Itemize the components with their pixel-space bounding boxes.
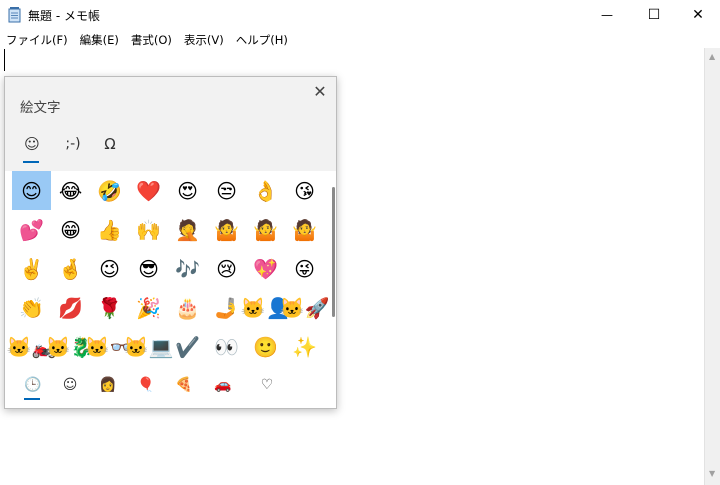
menu-bar: ファイル(F) 編集(E) 書式(O) 表示(V) ヘルプ(H) (0, 30, 720, 48)
emoji-panel-header: 絵文字 ✕ ☺ ;-) Ω (5, 77, 336, 171)
menu-edit[interactable]: 編集(E) (74, 30, 125, 48)
vertical-scrollbar[interactable]: ▲ ▼ (704, 48, 720, 485)
emoji-cell[interactable]: 🤷 (207, 210, 246, 249)
emoji-cell[interactable]: 👀 (207, 327, 246, 366)
maximize-button[interactable]: ☐ (631, 0, 677, 30)
heart-symbols-icon[interactable]: ♡ (255, 373, 279, 397)
window-title: 無題 - メモ帳 (28, 9, 100, 23)
emoji-cell[interactable]: 🐱‍💻 (124, 327, 174, 366)
recent-clock-icon[interactable]: 🕒 (21, 373, 45, 397)
emoji-cell[interactable]: 👌 (246, 171, 285, 210)
emoji-cell[interactable]: 🤷 (246, 210, 285, 249)
emoji-cell[interactable]: 😁 (51, 210, 90, 249)
emoji-grid: 😊 😂 🤣 ❤️ 😍 😒 👌 😘 💕 😁 👍 🙌 🤦 🤷 🤷 🤷 ✌️ 🤞 😉 😎 🎶 😢 💖 😜 👏 💋 🌹 🎉 🎂 🤳 🐱‍👤 🐱‍🚀 🐱‍… (7, 171, 332, 366)
menu-help[interactable]: ヘルプ(H) (230, 30, 294, 48)
emoji-cell[interactable]: ❤️ (129, 171, 168, 210)
minimize-icon: — (601, 8, 613, 22)
emoji-cell[interactable]: 🤦 (168, 210, 207, 249)
person-icon[interactable]: 👩 (96, 373, 120, 397)
emoji-cell[interactable]: 😍 (168, 171, 207, 210)
title-bar: 無題 - メモ帳 — ☐ ✕ (0, 0, 720, 30)
emoji-cell[interactable]: ✔️ (168, 327, 207, 366)
emoji-cell[interactable]: ✌️ (12, 249, 51, 288)
emoji-cell[interactable]: 🤞 (51, 249, 90, 288)
menu-format[interactable]: 書式(O) (125, 30, 178, 48)
emoji-cell[interactable]: 😒 (207, 171, 246, 210)
emoji-panel-title: 絵文字 (20, 100, 61, 116)
food-icon[interactable]: 🍕 (172, 373, 196, 397)
emoji-cell[interactable]: 🎉 (129, 288, 168, 327)
close-button[interactable]: ✕ (675, 0, 720, 30)
emoji-cell[interactable]: 😎 (129, 249, 168, 288)
emoji-cell[interactable]: 🎂 (168, 288, 207, 327)
emoji-cell[interactable]: 👍 (90, 210, 129, 249)
emoji-cell[interactable]: 😜 (285, 249, 324, 288)
emoji-cell[interactable]: 🤣 (90, 171, 129, 210)
emoji-cell[interactable]: 😊 (12, 171, 51, 210)
emoji-panel: 絵文字 ✕ ☺ ;-) Ω 😊 😂 🤣 ❤️ 😍 😒 👌 😘 💕 😁 👍 🙌 🤦 🤷 🤷 🤷 ✌️ 🤞 😉 😎 🎶 😢 💖 😜… (4, 76, 337, 409)
emoji-cell[interactable]: 🙂 (246, 327, 285, 366)
active-category-indicator (24, 398, 40, 400)
maximize-icon: ☐ (647, 7, 661, 23)
notepad-icon (8, 7, 21, 23)
emoji-cell[interactable]: 🎶 (168, 249, 207, 288)
close-icon: ✕ (692, 7, 704, 23)
emoji-cell[interactable]: 😉 (90, 249, 129, 288)
emoji-scrollbar[interactable] (332, 187, 335, 317)
celebration-icon[interactable]: 🎈 (134, 373, 158, 397)
emoji-cell[interactable]: 🐱‍🚀 (280, 288, 330, 327)
text-caret (4, 49, 5, 71)
menu-view[interactable]: 表示(V) (178, 30, 230, 48)
emoji-cell[interactable]: 👏 (12, 288, 51, 327)
travel-car-icon[interactable]: 🚗 (211, 373, 235, 397)
emoji-cell[interactable]: 💖 (246, 249, 285, 288)
emoji-cell[interactable]: 🙌 (129, 210, 168, 249)
menu-file[interactable]: ファイル(F) (0, 30, 74, 48)
smiley-tab-icon[interactable]: ☺ (21, 132, 43, 156)
active-tab-indicator (23, 161, 39, 163)
emoji-cell[interactable]: 🌹 (90, 288, 129, 327)
minimize-button[interactable]: — (584, 0, 630, 30)
emoji-cell[interactable]: 💕 (12, 210, 51, 249)
emoji-cell[interactable]: ✨ (285, 327, 324, 366)
emoji-cell[interactable]: 💋 (51, 288, 90, 327)
scroll-down-icon[interactable]: ▼ (709, 469, 715, 478)
emoji-cell[interactable]: 😂 (51, 171, 90, 210)
emoji-cell[interactable]: 🤷 (285, 210, 324, 249)
emoji-cell[interactable]: 😘 (285, 171, 324, 210)
people-face-icon[interactable]: ☺ (58, 373, 82, 397)
kaomoji-tab-icon[interactable]: ;-) (57, 132, 89, 156)
emoji-category-bar: 🕒 ☺ 👩 🎈 🍕 🚗 ♡ (5, 369, 336, 409)
symbols-tab-icon[interactable]: Ω (99, 132, 121, 156)
close-icon[interactable]: ✕ (311, 83, 329, 101)
scroll-up-icon[interactable]: ▲ (709, 52, 715, 61)
emoji-cell[interactable]: 😢 (207, 249, 246, 288)
